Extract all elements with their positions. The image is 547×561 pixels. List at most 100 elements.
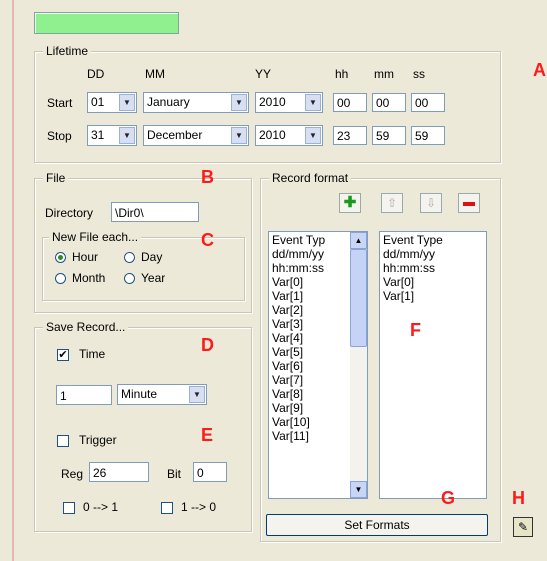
- interval-unit-select[interactable]: Minute ▼: [117, 384, 207, 405]
- directory-input[interactable]: \Dir0\: [111, 202, 199, 222]
- marker-h: H: [512, 488, 525, 508]
- scrollbar[interactable]: ▲ ▼: [350, 232, 367, 498]
- header-mm: MM: [145, 67, 165, 81]
- chevron-down-icon[interactable]: ▼: [231, 127, 247, 144]
- list-item[interactable]: Var[0]: [269, 275, 351, 289]
- header-dd: DD: [87, 67, 105, 81]
- stop-month-select[interactable]: December ▼: [143, 125, 249, 146]
- month-radio[interactable]: [55, 273, 66, 284]
- interval-input[interactable]: 1: [56, 385, 112, 405]
- chevron-down-icon[interactable]: ▼: [305, 94, 321, 111]
- list-item[interactable]: hh:mm:ss: [380, 261, 443, 275]
- list-item[interactable]: Var[2]: [269, 303, 351, 317]
- add-field-button[interactable]: ✚: [339, 193, 361, 213]
- new-file-legend: New File each...: [49, 230, 142, 244]
- day-radio[interactable]: [124, 252, 135, 263]
- stop-label: Stop: [47, 129, 72, 143]
- header-hh: hh: [335, 67, 349, 81]
- record-format-group: Record format ✚ ⇧ ⇩ Event Typ dd/mm/yy hh:…: [260, 171, 501, 542]
- marker-c: C: [201, 230, 214, 250]
- marker-g: G: [441, 488, 456, 508]
- start-month-select[interactable]: January ▼: [143, 92, 249, 113]
- list-item[interactable]: Var[6]: [269, 359, 351, 373]
- lifetime-group: Lifetime DD MM YY hh mm ss Start 01 ▼ Ja…: [34, 44, 501, 163]
- list-item[interactable]: hh:mm:ss: [269, 261, 351, 275]
- start-year-select[interactable]: 2010 ▼: [255, 92, 323, 113]
- list-item[interactable]: Var[11]: [269, 429, 351, 443]
- marker-f: F: [410, 320, 421, 340]
- marker-b: B: [201, 167, 214, 187]
- stop-day-value: 31: [91, 128, 105, 142]
- list-item[interactable]: Var[10]: [269, 415, 351, 429]
- scroll-up-button[interactable]: ▲: [350, 232, 367, 249]
- directory-label: Directory: [45, 206, 94, 220]
- stop-year-value: 2010: [259, 128, 286, 142]
- falling-edge-checkbox[interactable]: [161, 502, 173, 514]
- chevron-down-icon[interactable]: ▼: [119, 127, 135, 144]
- list-item[interactable]: Var[4]: [269, 331, 351, 345]
- list-item[interactable]: Var[1]: [269, 289, 351, 303]
- stop-hour-input[interactable]: 23: [333, 126, 367, 145]
- chevron-down-icon[interactable]: ▼: [305, 127, 321, 144]
- record-format-legend: Record format: [269, 171, 352, 185]
- stop-day-select[interactable]: 31 ▼: [87, 125, 137, 146]
- status-bar-green: [34, 12, 179, 34]
- stop-year-select[interactable]: 2010 ▼: [255, 125, 323, 146]
- reg-input[interactable]: 26: [89, 462, 149, 482]
- start-day-value: 01: [91, 95, 105, 109]
- marker-d: D: [201, 335, 214, 355]
- marker-a: A: [533, 60, 546, 80]
- day-label: Day: [141, 250, 163, 264]
- list-item[interactable]: Var[8]: [269, 387, 351, 401]
- start-minute-input[interactable]: 00: [372, 93, 406, 112]
- list-item[interactable]: Var[7]: [269, 373, 351, 387]
- move-down-button[interactable]: ⇩: [420, 193, 442, 213]
- available-fields-list[interactable]: Event Typ dd/mm/yy hh:mm:ss Var[0] Var[1] Var…: [268, 231, 368, 499]
- chevron-down-icon[interactable]: ▼: [231, 94, 247, 111]
- interval-unit-value: Minute: [121, 387, 158, 401]
- trigger-checkbox[interactable]: [57, 435, 69, 447]
- time-checkbox[interactable]: ✔: [57, 349, 69, 361]
- list-item[interactable]: Var[9]: [269, 401, 351, 415]
- hour-radio[interactable]: [55, 252, 66, 263]
- start-hour-input[interactable]: 00: [333, 93, 367, 112]
- move-up-button[interactable]: ⇧: [381, 193, 403, 213]
- edit-button[interactable]: ✎: [513, 517, 533, 537]
- list-item[interactable]: Event Typ: [269, 233, 351, 247]
- list-item[interactable]: dd/mm/yy: [380, 247, 443, 261]
- month-label: Month: [72, 271, 106, 285]
- header-ss: ss: [413, 67, 425, 81]
- stop-second-input[interactable]: 59: [411, 126, 445, 145]
- new-file-group: New File each... Hour Day Month Year: [42, 230, 245, 301]
- file-group: File Directory \Dir0\ New File each... H…: [34, 171, 252, 313]
- rising-edge-label: 0 --> 1: [83, 500, 119, 514]
- list-item[interactable]: Var[0]: [380, 275, 443, 289]
- file-legend: File: [43, 171, 69, 185]
- stop-minute-input[interactable]: 59: [372, 126, 406, 145]
- time-label: Time: [79, 347, 106, 361]
- header-yy: YY: [255, 67, 272, 81]
- start-label: Start: [47, 96, 73, 110]
- scroll-thumb[interactable]: [350, 249, 367, 347]
- list-item[interactable]: Event Type: [380, 233, 443, 247]
- left-border: [12, 0, 14, 561]
- list-item[interactable]: Var[5]: [269, 345, 351, 359]
- selected-fields-list[interactable]: Event Type dd/mm/yy hh:mm:ss Var[0] Var[1]: [379, 231, 487, 499]
- year-radio[interactable]: [124, 273, 135, 284]
- remove-field-button[interactable]: [458, 193, 480, 213]
- save-record-legend: Save Record...: [43, 320, 129, 334]
- save-record-group: Save Record... ✔ Time 1 Minute ▼ Trigger…: [34, 320, 252, 532]
- pencil-icon: ✎: [517, 520, 529, 534]
- start-day-select[interactable]: 01 ▼: [87, 92, 137, 113]
- start-second-input[interactable]: 00: [411, 93, 445, 112]
- bit-input[interactable]: 0: [193, 462, 227, 482]
- list-item[interactable]: dd/mm/yy: [269, 247, 351, 261]
- set-formats-button[interactable]: Set Formats: [266, 514, 488, 536]
- chevron-down-icon[interactable]: ▼: [189, 386, 205, 403]
- list-item[interactable]: Var[1]: [380, 289, 443, 303]
- rising-edge-checkbox[interactable]: [63, 502, 75, 514]
- chevron-down-icon[interactable]: ▼: [119, 94, 135, 111]
- list-item[interactable]: Var[3]: [269, 317, 351, 331]
- year-label: Year: [141, 271, 166, 285]
- scroll-down-button[interactable]: ▼: [350, 481, 367, 498]
